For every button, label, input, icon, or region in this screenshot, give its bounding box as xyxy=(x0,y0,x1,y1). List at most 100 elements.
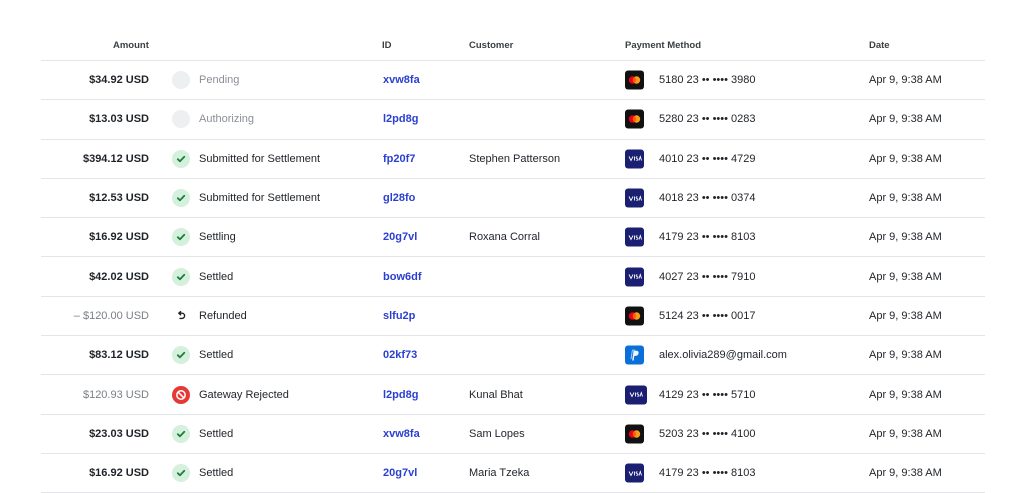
transaction-id-link[interactable]: 02kf73 xyxy=(383,349,417,361)
date-cell: Apr 9, 9:38 AM xyxy=(869,270,942,283)
table-row[interactable]: $394.12 USD Submitted for Settlement fp20f… xyxy=(41,140,985,179)
amount-cell: $83.12 USD xyxy=(89,349,149,362)
customer-name: Sam Lopes xyxy=(469,427,525,440)
table-row[interactable]: $42.02 USD Settled bow6df 4027 23 •• •••• 7… xyxy=(41,257,985,297)
amount-cell: $34.92 USD xyxy=(89,74,149,87)
status-label: Settled xyxy=(199,427,234,440)
table-row[interactable]: $16.92 USD Settling 20g7vl Roxana Corral 417… xyxy=(41,218,985,258)
status-label: Settled xyxy=(199,349,234,362)
column-header-amount[interactable]: Amount xyxy=(113,40,149,51)
visa-icon xyxy=(625,149,644,169)
payment-method-text: 4179 23 •• •••• 8103 xyxy=(659,467,756,480)
blocked-icon xyxy=(172,385,190,404)
amount-cell: $16.92 USD xyxy=(89,467,149,480)
visa-icon xyxy=(625,267,644,287)
check-icon xyxy=(172,189,190,208)
payment-method-text: 4018 23 •• •••• 0374 xyxy=(659,192,756,205)
mastercard-icon xyxy=(625,306,644,326)
table-body: $34.92 USD Pending xvw8fa 5180 23 •• •••• 3… xyxy=(41,61,985,493)
customer-name: Roxana Corral xyxy=(469,231,540,244)
amount-cell: $13.03 USD xyxy=(89,113,149,126)
check-icon xyxy=(172,149,190,168)
pending-status-icon xyxy=(172,110,190,129)
transaction-id-link[interactable]: bow6df xyxy=(383,271,422,283)
date-cell: Apr 9, 9:38 AM xyxy=(869,152,942,165)
payment-method-text: 4027 23 •• •••• 7910 xyxy=(659,270,756,283)
amount-cell: $394.12 USD xyxy=(82,152,149,165)
table-row[interactable]: $120.93 USD Gateway Rejected l2pd8g Kunal B… xyxy=(41,375,985,415)
amount-cell: $42.02 USD xyxy=(89,270,149,283)
amount-cell: – $120.00 USD xyxy=(73,309,149,322)
table-row[interactable]: $23.03 USD Settled xvw8fa Sam Lopes 5203 23 … xyxy=(41,415,985,454)
payment-method-text: 5280 23 •• •••• 0283 xyxy=(659,113,756,126)
customer-name: Maria Tzeka xyxy=(469,467,530,480)
table-row[interactable]: $13.03 USD Authorizing l2pd8g 5280 23 •• ••… xyxy=(41,100,985,140)
date-cell: Apr 9, 9:38 AM xyxy=(869,388,942,401)
status-label: Settling xyxy=(199,231,236,244)
mastercard-icon xyxy=(625,424,644,444)
status-label: Settled xyxy=(199,270,234,283)
amount-cell: $120.93 USD xyxy=(82,388,149,401)
date-cell: Apr 9, 9:38 AM xyxy=(869,74,942,87)
status-label: Authorizing xyxy=(199,113,255,126)
column-header-payment-method[interactable]: Payment Method xyxy=(625,40,701,51)
visa-icon xyxy=(625,227,644,247)
transaction-id-link[interactable]: l2pd8g xyxy=(383,113,418,125)
table-header: Amount ID Customer Payment Method Date xyxy=(41,0,985,61)
status-label: Pending xyxy=(199,74,240,87)
payment-method-text: 5124 23 •• •••• 0017 xyxy=(659,309,756,322)
column-header-id[interactable]: ID xyxy=(382,40,392,51)
visa-icon xyxy=(625,463,644,483)
status-label: Refunded xyxy=(199,309,247,322)
payment-method-text: 5203 23 •• •••• 4100 xyxy=(659,427,756,440)
date-cell: Apr 9, 9:38 AM xyxy=(869,309,942,322)
status-label: Submitted for Settlement xyxy=(199,192,321,205)
payment-method-text: 4129 23 •• •••• 5710 xyxy=(659,388,756,401)
date-cell: Apr 9, 9:38 AM xyxy=(869,427,942,440)
table-row[interactable]: – $120.00 USD Refunded slfu2p 5124 23 •• ••… xyxy=(41,297,985,337)
mastercard-icon xyxy=(625,109,644,129)
payment-method-text: 5180 23 •• •••• 3980 xyxy=(659,74,756,87)
transaction-id-link[interactable]: l2pd8g xyxy=(383,389,418,401)
table-row[interactable]: $34.92 USD Pending xvw8fa 5180 23 •• •••• 3… xyxy=(41,61,985,101)
transaction-id-link[interactable]: 20g7vl xyxy=(383,231,417,243)
check-icon xyxy=(172,346,190,365)
date-cell: Apr 9, 9:38 AM xyxy=(869,192,942,205)
table-row[interactable]: $83.12 USD Settled 02kf73 alex.olivia289@gm… xyxy=(41,336,985,376)
table-row[interactable]: $16.92 USD Settled 20g7vl Maria Tzeka 4179 2… xyxy=(41,454,985,493)
column-header-date[interactable]: Date xyxy=(869,40,890,51)
transaction-id-link[interactable]: fp20f7 xyxy=(383,153,415,165)
status-label: Settled xyxy=(199,467,234,480)
customer-name: Stephen Patterson xyxy=(469,152,561,165)
check-icon xyxy=(172,424,190,443)
check-icon xyxy=(172,267,190,286)
check-icon xyxy=(172,228,190,247)
visa-icon xyxy=(625,385,647,405)
amount-cell: $23.03 USD xyxy=(89,427,149,440)
paypal-icon xyxy=(625,345,644,365)
transaction-id-link[interactable]: slfu2p xyxy=(383,310,415,322)
status-label: Gateway Rejected xyxy=(199,388,289,401)
transaction-id-link[interactable]: 20g7vl xyxy=(383,467,417,479)
visa-icon xyxy=(625,188,644,208)
date-cell: Apr 9, 9:38 AM xyxy=(869,231,942,244)
date-cell: Apr 9, 9:38 AM xyxy=(869,349,942,362)
payment-method-text: alex.olivia289@gmail.com xyxy=(659,349,787,362)
mastercard-icon xyxy=(625,70,644,90)
transaction-id-link[interactable]: gl28fo xyxy=(383,192,415,204)
customer-name: Kunal Bhat xyxy=(469,388,523,401)
column-header-customer[interactable]: Customer xyxy=(469,40,513,51)
status-label: Submitted for Settlement xyxy=(199,152,321,165)
transaction-id-link[interactable]: xvw8fa xyxy=(383,428,420,440)
transaction-id-link[interactable]: xvw8fa xyxy=(383,74,420,86)
check-icon xyxy=(172,464,190,483)
date-cell: Apr 9, 9:38 AM xyxy=(869,467,942,480)
amount-cell: $12.53 USD xyxy=(89,192,149,205)
date-cell: Apr 9, 9:38 AM xyxy=(869,113,942,126)
table-row[interactable]: $12.53 USD Submitted for Settlement gl28fo… xyxy=(41,179,985,219)
payment-method-text: 4010 23 •• •••• 4729 xyxy=(659,152,756,165)
pending-status-icon xyxy=(172,71,190,90)
amount-cell: $16.92 USD xyxy=(89,231,149,244)
payment-method-text: 4179 23 •• •••• 8103 xyxy=(659,231,756,244)
refund-arrow-icon xyxy=(172,306,190,325)
